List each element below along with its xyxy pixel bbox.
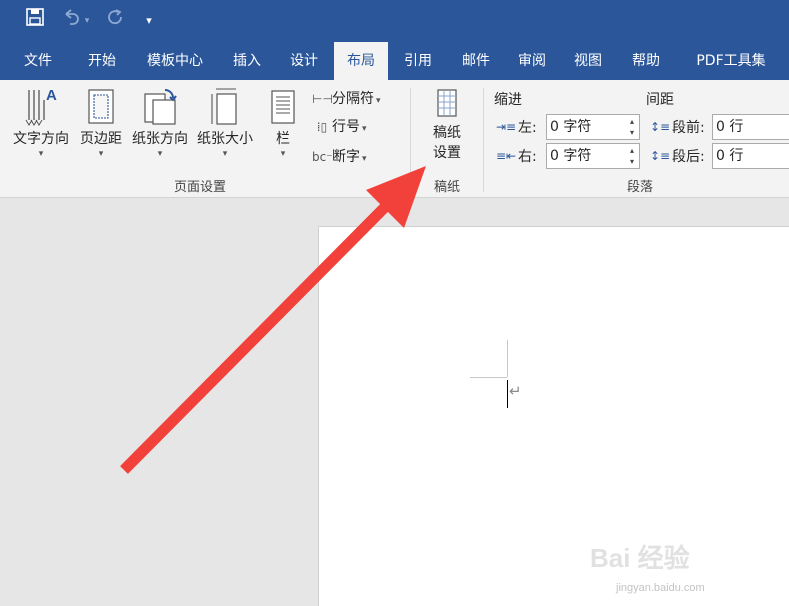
watermark: Bai 经验 jingyan.baidu.com xyxy=(590,538,780,598)
annotation-arrow xyxy=(120,166,426,474)
watermark-brand: Bai 经验 xyxy=(590,543,690,573)
watermark-url: jingyan.baidu.com xyxy=(616,582,705,594)
